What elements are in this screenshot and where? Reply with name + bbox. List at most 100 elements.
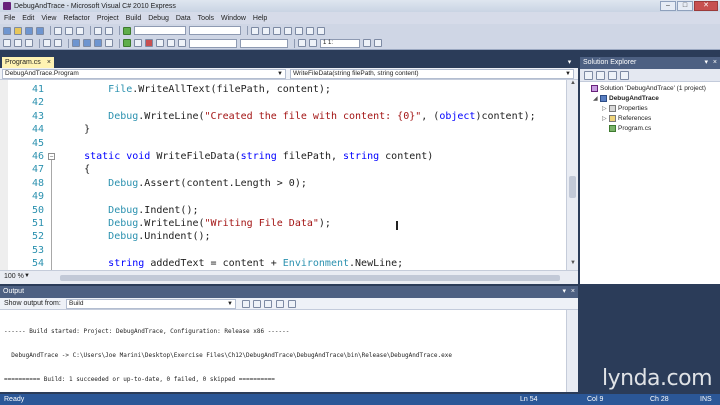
hex-display-icon[interactable] [309,39,317,47]
code-line[interactable]: 54 string addedText = content + Environm… [0,257,570,270]
toolbox-icon[interactable] [295,26,303,35]
clear-all-icon[interactable] [276,300,284,308]
code-line[interactable]: 48 Debug.Assert(content.Length > 0); [0,177,570,190]
chevron-down-icon[interactable]: ▾ [565,58,574,67]
code-line[interactable]: 43 Debug.WriteLine("Created the file wit… [0,110,570,123]
object-browser-icon[interactable] [284,26,292,35]
go-to-line-icon[interactable] [363,39,371,47]
code-line[interactable]: 47 { [0,163,570,176]
menu-edit[interactable]: Edit [22,15,34,22]
menu-build[interactable]: Build [126,15,142,22]
code-line[interactable]: 46− static void WriteFileData(string fil… [0,150,570,163]
menu-refactor[interactable]: Refactor [63,15,89,22]
pin-icon[interactable]: ▾ [704,57,708,69]
expand-arrow-icon[interactable]: ▷ [602,115,607,122]
word-wrap-icon[interactable] [288,300,296,308]
find-message-icon[interactable] [242,300,250,308]
menu-debug[interactable]: Debug [148,15,169,22]
next-bookmark-icon[interactable] [94,39,102,47]
refresh-icon[interactable] [608,70,617,80]
step-into-icon[interactable] [156,39,164,47]
horizontal-scroll-thumb[interactable] [60,275,560,281]
menu-view[interactable]: View [41,15,56,22]
find-in-files-icon[interactable] [298,39,306,47]
cut-icon[interactable] [54,26,62,35]
zoom-level[interactable]: 100 % [4,273,24,280]
menu-help[interactable]: Help [253,15,267,22]
menu-window[interactable]: Window [221,15,246,22]
paste-icon[interactable] [76,26,84,35]
code-line[interactable]: 41 File.WriteAllText(filePath, content); [0,83,570,96]
solution-tree-item[interactable]: ◢ DebugAndTrace [593,95,659,102]
break-all-icon[interactable] [134,39,142,47]
show-all-files-icon[interactable] [596,70,605,80]
scroll-down-icon[interactable]: ▼ [567,260,579,270]
output-source-dropdown[interactable]: Build ▼ [66,299,236,309]
scroll-thumb[interactable] [569,176,576,198]
save-icon[interactable] [25,26,33,35]
code-line[interactable]: 49 [0,190,570,203]
open-file-icon[interactable] [14,26,22,35]
expand-arrow-icon[interactable]: ◢ [593,95,598,102]
menu-tools[interactable]: Tools [198,15,214,22]
solution-tree-item[interactable]: ▷ References [602,115,651,122]
tab-program-cs[interactable]: Program.cs × [2,57,54,68]
clear-bookmarks-icon[interactable] [105,39,113,47]
indent-icon[interactable] [14,39,22,47]
chevron-down-icon[interactable]: ▼ [24,273,30,279]
properties-window-icon[interactable] [273,26,281,35]
step-over-icon[interactable] [167,39,175,47]
solution-tree-item[interactable]: Program.cs [602,125,651,132]
previous-message-icon[interactable] [253,300,261,308]
menu-data[interactable]: Data [176,15,191,22]
class-dropdown[interactable]: DebugAndTrace.Program ▼ [2,69,286,79]
line-number-combo[interactable]: 1 1: [320,38,360,48]
undo-icon[interactable] [94,26,102,35]
new-project-icon[interactable] [3,26,11,35]
properties-icon[interactable] [584,70,593,80]
code-line[interactable]: 50 Debug.Indent(); [0,204,570,217]
close-icon[interactable]: × [571,286,575,298]
close-window-button[interactable]: ✕ [694,1,718,11]
close-icon[interactable]: × [713,57,717,69]
uncomment-icon[interactable] [54,39,62,47]
find-icon[interactable] [251,26,259,35]
extension-manager-icon[interactable] [317,26,325,35]
start-page-icon[interactable] [306,26,314,35]
continue-icon[interactable] [123,39,131,47]
comment-icon[interactable] [43,39,51,47]
breakpoints-window-icon[interactable] [374,39,382,47]
pin-icon[interactable]: ▾ [562,286,566,298]
view-class-diagram-icon[interactable] [620,70,629,80]
code-line[interactable]: 53 [0,244,570,257]
collapse-icon[interactable]: − [48,153,55,160]
platform-dropdown[interactable] [189,26,241,35]
menu-project[interactable]: Project [97,15,119,22]
save-all-icon[interactable] [36,26,44,35]
expand-arrow-icon[interactable]: ▷ [602,105,607,112]
copy-icon[interactable] [65,26,73,35]
scroll-up-icon[interactable]: ▲ [567,80,579,90]
minimize-button[interactable]: – [660,1,676,11]
redo-icon[interactable] [105,26,113,35]
stop-debugging-icon[interactable] [145,39,153,47]
code-line[interactable]: 42 [0,96,570,109]
debug-target-dropdown[interactable] [189,38,237,48]
editor-vertical-scrollbar[interactable]: ▲ ▼ [566,80,578,270]
code-editor[interactable]: 41 File.WriteAllText(filePath, content);… [0,80,578,270]
maximize-button[interactable]: □ [677,1,693,11]
code-line[interactable]: 44 } [0,123,570,136]
bookmark-icon[interactable] [72,39,80,47]
solution-explorer-icon[interactable] [262,26,270,35]
solution-tree-item[interactable]: ▷ Properties [602,105,648,112]
debug-option-dropdown[interactable] [240,38,288,48]
menu-file[interactable]: File [4,15,15,22]
code-line[interactable]: 52 Debug.Unindent(); [0,230,570,243]
member-dropdown[interactable]: WriteFileData(string filePath, string co… [290,69,574,79]
code-line[interactable]: 51 Debug.WriteLine("Writing File Data"); [0,217,570,230]
output-vertical-scrollbar[interactable] [566,310,578,392]
previous-bookmark-icon[interactable] [83,39,91,47]
step-out-icon[interactable] [178,39,186,47]
close-tab-icon[interactable]: × [47,57,51,68]
code-line[interactable]: 45 [0,137,570,150]
